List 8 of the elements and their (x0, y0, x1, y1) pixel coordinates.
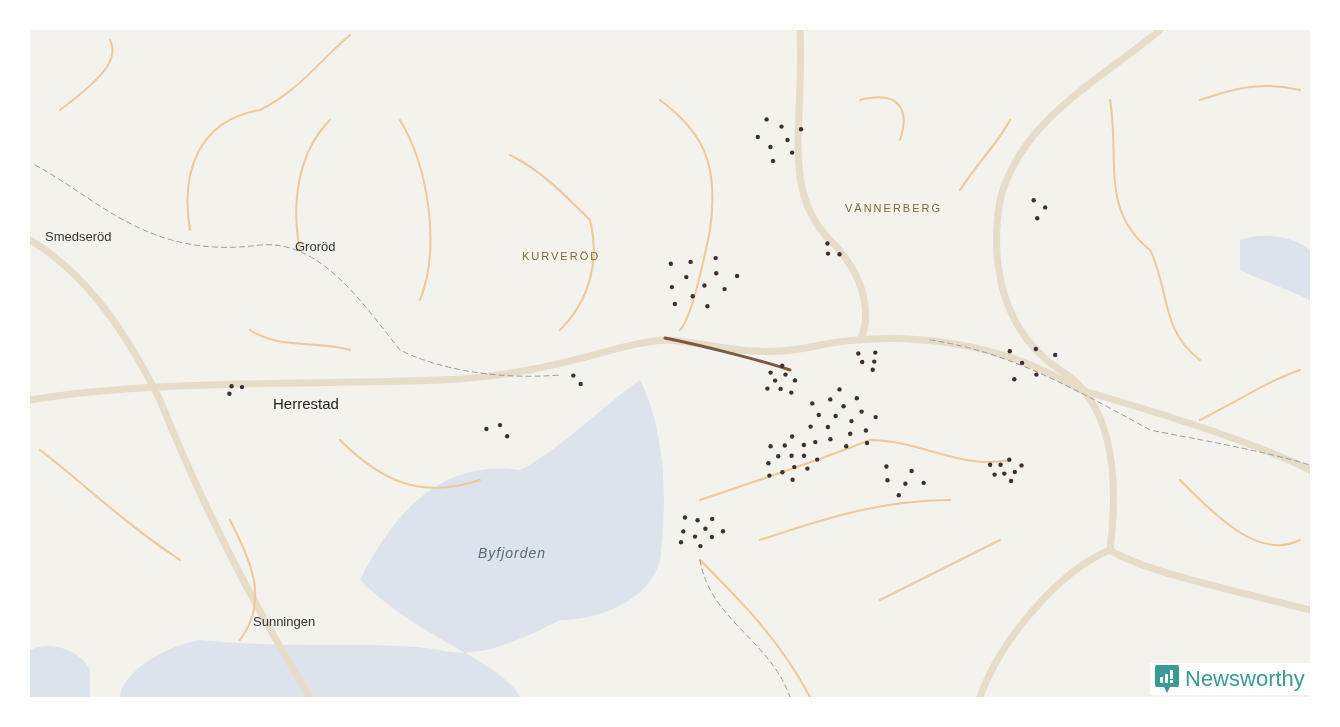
place-label: VÄNNERBERG (845, 203, 943, 214)
water-label: Byfjorden (478, 546, 547, 560)
brand-name: Newsworthy (1185, 668, 1305, 690)
place-label: Smedseröd (45, 230, 112, 243)
place-label: Sunningen (253, 615, 316, 628)
place-label: KURVERÖD (522, 251, 601, 262)
place-label: Herrestad (273, 396, 339, 411)
place-label: Groröd (295, 240, 336, 253)
